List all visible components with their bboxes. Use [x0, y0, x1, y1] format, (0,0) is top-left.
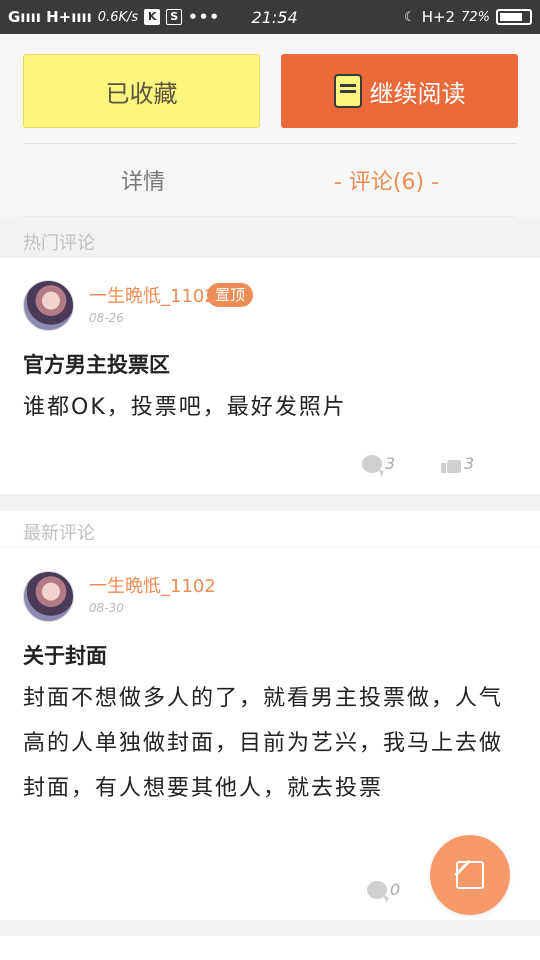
comment-body: 谁都OK，投票吧，最好发照片: [23, 395, 347, 420]
comment-title: 关于封面: [23, 644, 107, 668]
thumb-up-icon: [441, 455, 461, 473]
reply-count: 3: [385, 454, 396, 473]
divider: [23, 143, 517, 144]
avatar[interactable]: [23, 571, 74, 622]
more-notifications-icon: •••: [188, 8, 220, 26]
k-app-icon: K: [144, 9, 161, 25]
username[interactable]: 一生晩忯_1102: [89, 572, 216, 598]
favorited-label: 已收藏: [105, 79, 178, 108]
edit-icon: [456, 861, 484, 889]
comment-body: 封面不想做多人的了，就看男主投票做，人气高的人单独做封面，目前为艺兴，我马上去做…: [23, 686, 504, 801]
next-card: [0, 936, 540, 960]
status-bar: Gıııı H+ıııı 0.6K/s K S ••• 21:54 ☾ H+2 …: [0, 0, 540, 34]
continue-reading-button[interactable]: 继续阅读: [281, 54, 518, 128]
s-app-icon: S: [166, 9, 183, 25]
network-type: H+2: [421, 8, 456, 26]
hot-comments-label: 热门评论: [23, 233, 95, 254]
reply-count: 0: [390, 880, 401, 899]
battery-percent: 72%: [461, 9, 490, 25]
clock: 21:54: [251, 7, 298, 27]
comment-bubble-icon: [367, 880, 387, 899]
tab-comments[interactable]: - 评论(6) -: [334, 164, 439, 196]
reply-button[interactable]: 0: [367, 880, 400, 899]
tab-detail[interactable]: 详情: [121, 164, 165, 196]
latest-comments-label: 最新评论: [23, 523, 95, 544]
comment-bubble-icon: [362, 454, 382, 473]
hot-comment-card[interactable]: 一生晩忯_1102 置顶 08-26 官方男主投票区 谁都OK，投票吧，最好发照…: [0, 258, 540, 494]
divider: [23, 216, 517, 217]
comment-title: 官方男主投票区: [23, 353, 170, 377]
book-icon: [333, 74, 362, 108]
continue-reading-label: 继续阅读: [369, 79, 466, 108]
latest-header: 最新评论: [0, 511, 540, 547]
reply-button[interactable]: 3: [362, 454, 395, 473]
network-speed: 0.6K/s: [97, 9, 139, 25]
like-count: 3: [464, 454, 475, 473]
favorited-button[interactable]: 已收藏: [23, 54, 260, 128]
pinned-badge: 置顶: [207, 283, 253, 307]
like-button[interactable]: 3: [441, 454, 474, 473]
book-actions-panel: 已收藏 继续阅读 详情 - 评论(6) -: [0, 34, 540, 217]
write-comment-button[interactable]: [430, 835, 510, 915]
comment-date: 08-26: [89, 311, 124, 325]
signal-strength: Gıııı H+ıııı: [8, 8, 92, 26]
moon-icon: ☾: [404, 9, 416, 25]
avatar[interactable]: [23, 280, 74, 331]
comment-date: 08-30: [89, 601, 124, 615]
username[interactable]: 一生晩忯_1102: [89, 282, 216, 308]
battery-icon: [496, 9, 532, 25]
